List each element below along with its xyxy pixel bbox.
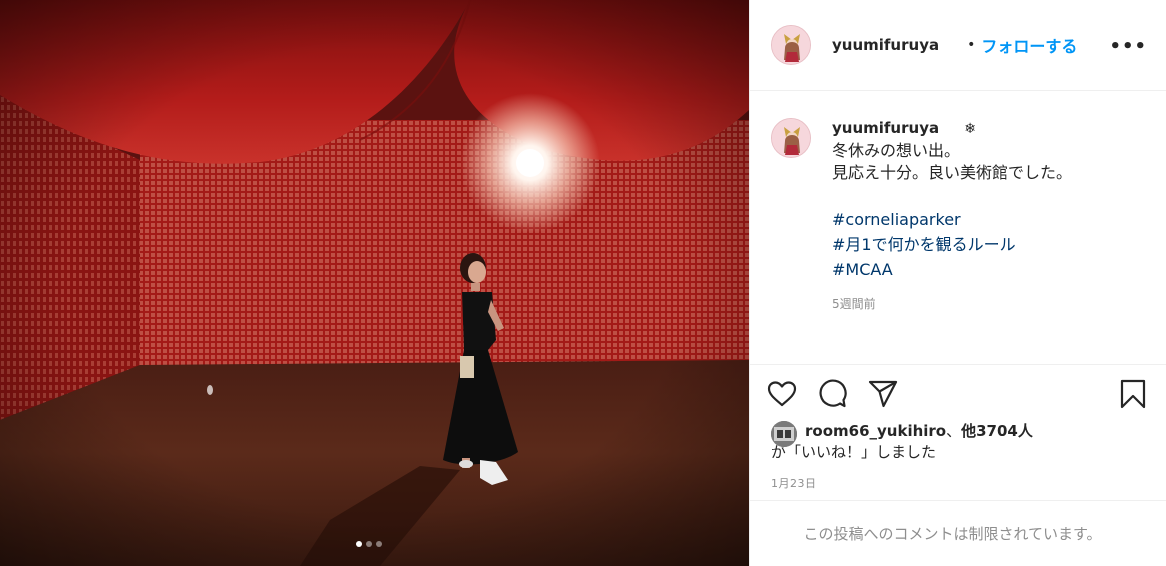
likes-joiner: 、 <box>946 422 962 440</box>
action-bar <box>750 364 1166 424</box>
heart-icon[interactable] <box>766 378 798 410</box>
likes-summary: room66_yukihiro、他3704人 が「いいね！」しました <box>771 421 1033 463</box>
more-options-icon[interactable]: ••• <box>1109 36 1147 57</box>
avatar-illustration-icon <box>772 119 810 157</box>
carousel-indicator <box>356 541 382 547</box>
hashtag-link[interactable]: #MCAA <box>832 258 1132 281</box>
carousel-dot[interactable] <box>366 541 372 547</box>
caption-timestamp[interactable]: 5週間前 <box>832 295 1132 312</box>
follow-button[interactable]: フォローする <box>981 33 1077 57</box>
likes-count-link[interactable]: 他3704人 <box>961 422 1033 440</box>
liker-photo-icon <box>771 421 797 447</box>
likes-text: room66_yukihiro、他3704人 が「いいね！」しました <box>771 421 1033 463</box>
comment-icon[interactable] <box>816 378 848 410</box>
likes-suffix: が「いいね！」しました <box>771 443 937 461</box>
photo-red-room <box>0 0 749 566</box>
avatar[interactable] <box>771 118 811 158</box>
hashtag-link[interactable]: #月1で何かを観るルール <box>832 233 1132 256</box>
hashtag-link[interactable]: #corneliaparker <box>832 208 1132 231</box>
post-header: yuumifuruya • フォローする ••• <box>750 0 1166 91</box>
avatar-illustration-icon <box>772 26 810 64</box>
caption-line: 冬休みの想い出。 <box>832 141 961 160</box>
caption-line: 見応え十分。良い美術館でした。 <box>832 163 1073 182</box>
post-details-panel: yuumifuruya • フォローする ••• yuumifuruya ❄ 冬… <box>749 0 1166 566</box>
avatar[interactable] <box>771 25 811 65</box>
carousel-dot[interactable] <box>376 541 382 547</box>
header-username[interactable]: yuumifuruya <box>832 36 939 54</box>
snowflake-icon: ❄ <box>964 121 976 137</box>
post-photo[interactable] <box>0 0 749 566</box>
header-separator: • <box>967 37 976 53</box>
post-date[interactable]: 1月23日 <box>771 475 817 491</box>
paper-plane-icon[interactable] <box>867 378 899 410</box>
instagram-post: yuumifuruya • フォローする ••• yuumifuruya ❄ 冬… <box>0 0 1166 566</box>
liker-username[interactable]: room66_yukihiro <box>805 422 946 440</box>
caption-username[interactable]: yuumifuruya <box>832 119 939 137</box>
caption-body: yuumifuruya ❄ 冬休みの想い出。 見応え十分。良い美術館でした。 #… <box>832 118 1132 312</box>
comments-restricted-notice: この投稿へのコメントは制限されています。 <box>750 500 1166 566</box>
carousel-dot[interactable] <box>356 541 362 547</box>
post-caption: yuumifuruya ❄ 冬休みの想い出。 見応え十分。良い美術館でした。 #… <box>771 118 1132 312</box>
liker-avatar[interactable] <box>771 421 797 447</box>
bookmark-icon[interactable] <box>1117 378 1149 410</box>
